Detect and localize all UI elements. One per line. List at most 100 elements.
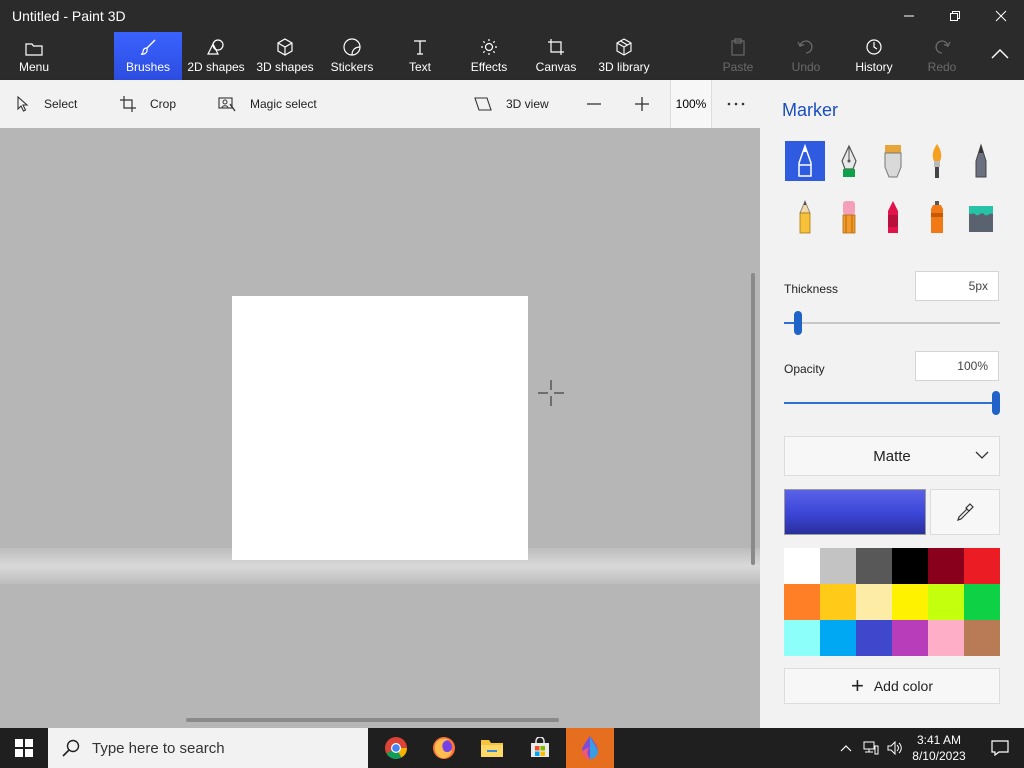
tab-2d-shapes[interactable]: 2D shapes (186, 32, 246, 80)
add-color-button[interactable]: + Add color (784, 668, 1000, 704)
canvas-icon (548, 39, 564, 55)
brush-spray-can[interactable] (917, 197, 957, 237)
zoom-level[interactable]: 100% (670, 80, 712, 128)
eyedropper-button[interactable] (930, 489, 1000, 535)
select-tool[interactable]: Select (16, 80, 77, 128)
text-icon (414, 40, 426, 55)
restore-button[interactable] (932, 0, 978, 32)
drawing-canvas[interactable] (232, 296, 528, 560)
canvas-label: Canvas (535, 60, 577, 74)
tab-3d-library[interactable]: 3D library (594, 32, 654, 80)
brush-oil[interactable] (873, 141, 913, 181)
palette-swatch[interactable] (928, 548, 964, 584)
palette-swatch[interactable] (964, 548, 1000, 584)
marker-icon (798, 143, 812, 177)
history-icon (866, 39, 882, 55)
search-placeholder: Type here to search (92, 739, 225, 757)
taskbar-chrome[interactable] (372, 728, 420, 768)
palette-swatch[interactable] (964, 584, 1000, 620)
palette-swatch[interactable] (892, 584, 928, 620)
minus-icon (587, 103, 601, 105)
opacity-input[interactable]: 100% (915, 351, 999, 381)
taskbar-paint-3d[interactable] (566, 728, 614, 768)
shapes-2d-label: 2D shapes (187, 60, 245, 74)
finish-dropdown[interactable]: Matte (784, 436, 1000, 476)
palette-swatch[interactable] (892, 620, 928, 656)
palette-swatch[interactable] (820, 584, 856, 620)
collapse-ribbon-button[interactable] (976, 32, 1024, 80)
tab-stickers[interactable]: Stickers (324, 32, 380, 80)
workspace[interactable] (0, 128, 760, 728)
undo-label: Undo (791, 60, 821, 74)
folder-icon (481, 740, 503, 757)
ribbon: Menu Brushes 2D shapes 3D shapes Sticker… (0, 32, 1024, 80)
tab-canvas[interactable]: Canvas (530, 32, 582, 80)
tray-volume[interactable] (884, 728, 906, 768)
taskbar-firefox[interactable] (420, 728, 468, 768)
tab-text[interactable]: Text (392, 32, 448, 80)
palette-swatch[interactable] (784, 620, 820, 656)
taskbar-file-explorer[interactable] (468, 728, 516, 768)
magic-select-tool[interactable]: Magic select (218, 80, 317, 128)
taskbar-search[interactable]: Type here to search (48, 728, 368, 768)
menu-button[interactable]: Menu (6, 32, 62, 80)
current-color-swatch[interactable] (784, 489, 926, 535)
opacity-slider-thumb[interactable] (992, 391, 1000, 415)
palette-swatch[interactable] (856, 584, 892, 620)
notifications-button[interactable] (976, 728, 1024, 768)
palette-swatch[interactable] (820, 620, 856, 656)
paste-button[interactable]: Paste (716, 32, 760, 80)
zoom-in-button[interactable] (634, 80, 664, 128)
crop-tool[interactable]: Crop (120, 80, 176, 128)
brush-marker[interactable] (785, 141, 825, 181)
tab-effects[interactable]: Effects (462, 32, 516, 80)
horizontal-scrollbar[interactable] (186, 718, 559, 722)
tab-3d-shapes[interactable]: 3D shapes (254, 32, 316, 80)
brush-fill[interactable] (961, 197, 1001, 237)
undo-icon (797, 40, 813, 54)
palette-swatch[interactable] (856, 620, 892, 656)
oil-brush-icon (884, 145, 902, 178)
brush-eraser[interactable] (829, 197, 869, 237)
store-bag-icon (531, 737, 549, 757)
minimize-button[interactable] (886, 0, 932, 32)
zoom-out-button[interactable] (586, 80, 616, 128)
tab-brushes[interactable]: Brushes (114, 32, 182, 80)
undo-button[interactable]: Undo (784, 32, 828, 80)
palette-swatch[interactable] (784, 548, 820, 584)
history-button[interactable]: History (850, 32, 898, 80)
brush-pencil[interactable] (785, 197, 825, 237)
taskbar-clock[interactable]: 3:41 AM 8/10/2023 (906, 732, 972, 764)
chrome-icon (385, 737, 407, 759)
brush-watercolor[interactable] (917, 141, 957, 181)
start-button[interactable] (0, 728, 48, 768)
plus-icon (635, 97, 649, 111)
add-color-label: Add color (873, 678, 933, 694)
tray-network[interactable] (860, 728, 882, 768)
brush-calligraphy-pen[interactable] (829, 141, 869, 181)
palette-swatch[interactable] (784, 584, 820, 620)
brush-crayon[interactable] (873, 197, 913, 237)
palette-swatch[interactable] (820, 548, 856, 584)
brush-pixel-pen[interactable] (961, 141, 1001, 181)
close-icon (995, 10, 1007, 22)
vertical-scrollbar[interactable] (751, 273, 755, 565)
thickness-slider-thumb[interactable] (794, 311, 802, 335)
calligraphy-pen-icon (841, 144, 857, 177)
thickness-slider[interactable] (784, 311, 1000, 335)
close-button[interactable] (978, 0, 1024, 32)
taskbar-store[interactable] (516, 728, 564, 768)
palette-swatch[interactable] (928, 620, 964, 656)
thickness-input[interactable]: 5px (915, 271, 999, 301)
more-options-button[interactable] (727, 80, 759, 128)
3d-view-toggle[interactable]: 3D view (474, 80, 549, 128)
redo-button[interactable]: Redo (920, 32, 964, 80)
crop-label: Crop (150, 97, 177, 111)
palette-swatch[interactable] (964, 620, 1000, 656)
palette-swatch[interactable] (928, 584, 964, 620)
tray-show-hidden[interactable] (836, 728, 856, 768)
palette-swatch[interactable] (856, 548, 892, 584)
opacity-slider[interactable] (784, 391, 1000, 415)
palette-swatch[interactable] (892, 548, 928, 584)
taskbar: Type here to search 3:41 AM 8/10/2023 (0, 728, 1024, 768)
